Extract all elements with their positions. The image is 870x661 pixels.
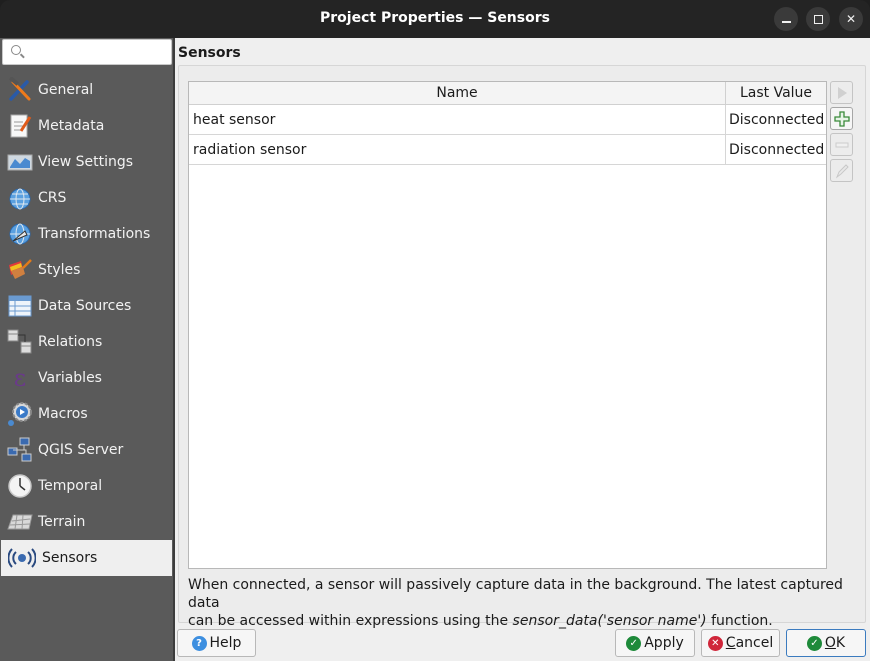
- cancel-icon: ✕: [708, 636, 723, 651]
- table-row[interactable]: radiation sensor Disconnected: [189, 135, 826, 165]
- add-sensor-button[interactable]: [830, 107, 853, 130]
- sidebar-item-label: Macros: [38, 406, 88, 422]
- window-title: Project Properties — Sensors: [0, 10, 870, 26]
- sensor-info-text: When connected, a sensor will passively …: [188, 576, 858, 630]
- network-icon: [5, 436, 35, 464]
- info-line-2: can be accessed within expressions using…: [188, 612, 858, 630]
- map-view-icon: [5, 148, 35, 176]
- sidebar-item-label: Metadata: [38, 118, 104, 134]
- ok-label: OK: [825, 635, 845, 651]
- sidebar-item-label: Styles: [38, 262, 80, 278]
- sidebar-item-metadata[interactable]: Metadata: [0, 108, 172, 144]
- clock-icon: [5, 472, 35, 500]
- relations-icon: [5, 328, 35, 356]
- paint-brush-icon: [5, 256, 35, 284]
- sidebar-item-label: Variables: [38, 370, 102, 386]
- help-icon: ?: [192, 636, 207, 651]
- info-line-1: When connected, a sensor will passively …: [188, 576, 858, 612]
- connect-sensor-button[interactable]: [830, 81, 853, 104]
- minus-icon: [834, 137, 850, 153]
- sidebar-item-macros[interactable]: Macros: [0, 396, 172, 432]
- remove-sensor-button[interactable]: [830, 133, 853, 156]
- sidebar-item-variables[interactable]: ε Variables: [0, 360, 172, 396]
- sidebar-item-transformations[interactable]: Transformations: [0, 216, 172, 252]
- title-bar: Project Properties — Sensors ✕: [0, 0, 870, 38]
- page-title: Sensors: [178, 45, 241, 61]
- plus-icon: [834, 111, 850, 127]
- cancel-label-rest: ancel: [736, 635, 774, 651]
- terrain-icon: [5, 508, 35, 536]
- info-text: function.: [707, 613, 773, 629]
- search-icon: [11, 45, 21, 55]
- sidebar-item-styles[interactable]: Styles: [0, 252, 172, 288]
- maximize-button[interactable]: [806, 7, 830, 31]
- globe-transform-icon: [5, 220, 35, 248]
- sidebar-item-relations[interactable]: Relations: [0, 324, 172, 360]
- sidebar-item-label: General: [38, 82, 93, 98]
- maximize-icon: [814, 15, 823, 24]
- sidebar-item-data-sources[interactable]: Data Sources: [0, 288, 172, 324]
- table-row[interactable]: heat sensor Disconnected: [189, 105, 826, 135]
- apply-button[interactable]: ✓ Apply: [615, 629, 695, 657]
- sidebar-item-qgis-server[interactable]: QGIS Server: [0, 432, 172, 468]
- table-header: Name Last Value: [189, 82, 826, 105]
- sidebar-search[interactable]: [2, 39, 172, 65]
- globe-grid-icon: [5, 184, 35, 212]
- hammer-screwdriver-icon: [5, 76, 35, 104]
- sidebar-item-label: Transformations: [38, 226, 150, 242]
- sidebar-item-terrain[interactable]: Terrain: [0, 504, 172, 540]
- cancel-mnemonic: C: [726, 635, 736, 651]
- sidebar-nav: General Metadata View Settings CRS Trans…: [0, 72, 172, 576]
- sensor-name-cell: heat sensor: [189, 105, 726, 134]
- sidebar-item-label: CRS: [38, 190, 66, 206]
- play-icon: [835, 86, 849, 100]
- column-header-name[interactable]: Name: [189, 82, 726, 104]
- edit-icon: [834, 163, 850, 179]
- minimize-button[interactable]: [774, 7, 798, 31]
- edit-sensor-button[interactable]: [830, 159, 853, 182]
- ok-mnemonic: O: [825, 635, 836, 651]
- sidebar-item-general[interactable]: General: [0, 72, 172, 108]
- sidebar-item-label: QGIS Server: [38, 442, 123, 458]
- gear-play-icon: [5, 400, 35, 428]
- sensors-table[interactable]: Name Last Value heat sensor Disconnected…: [188, 81, 827, 569]
- sidebar-item-view-settings[interactable]: View Settings: [0, 144, 172, 180]
- help-button[interactable]: ? Help: [177, 629, 256, 657]
- sidebar-item-label: Data Sources: [38, 298, 131, 314]
- cancel-button[interactable]: ✕ Cancel: [701, 629, 780, 657]
- sidebar-item-temporal[interactable]: Temporal: [0, 468, 172, 504]
- sidebar-item-label: Terrain: [38, 514, 85, 530]
- cancel-label: Cancel: [726, 635, 773, 651]
- document-pencil-icon: [5, 112, 35, 140]
- minimize-icon: [782, 21, 791, 23]
- check-icon: ✓: [807, 636, 822, 651]
- main-panel: Sensors Name Last Value heat sensor Disc…: [175, 38, 870, 661]
- sidebar-item-label: Temporal: [38, 478, 102, 494]
- table-icon: [5, 292, 35, 320]
- close-icon: ✕: [846, 12, 856, 26]
- column-header-last-value[interactable]: Last Value: [726, 82, 826, 104]
- sidebar-item-label: Relations: [38, 334, 102, 350]
- close-button[interactable]: ✕: [839, 7, 863, 31]
- sensor-icon: [7, 544, 37, 572]
- sidebar: General Metadata View Settings CRS Trans…: [0, 38, 173, 661]
- check-icon: ✓: [626, 636, 641, 651]
- info-function-name: sensor_data('sensor name'): [513, 613, 707, 629]
- sensor-last-value-cell: Disconnected: [726, 105, 826, 134]
- sidebar-item-crs[interactable]: CRS: [0, 180, 172, 216]
- search-input[interactable]: [27, 43, 167, 61]
- ok-label-rest: K: [836, 635, 845, 651]
- sensor-name-cell: radiation sensor: [189, 135, 726, 164]
- sidebar-item-label: Sensors: [42, 550, 97, 566]
- sidebar-item-label: View Settings: [38, 154, 133, 170]
- epsilon-icon: ε: [5, 364, 35, 392]
- sensor-last-value-cell: Disconnected: [726, 135, 826, 164]
- sidebar-item-sensors[interactable]: Sensors: [1, 540, 172, 576]
- info-text: can be accessed within expressions using…: [188, 613, 513, 629]
- help-label: Help: [210, 635, 242, 651]
- apply-label: Apply: [644, 635, 684, 651]
- ok-button[interactable]: ✓ OK: [786, 629, 866, 657]
